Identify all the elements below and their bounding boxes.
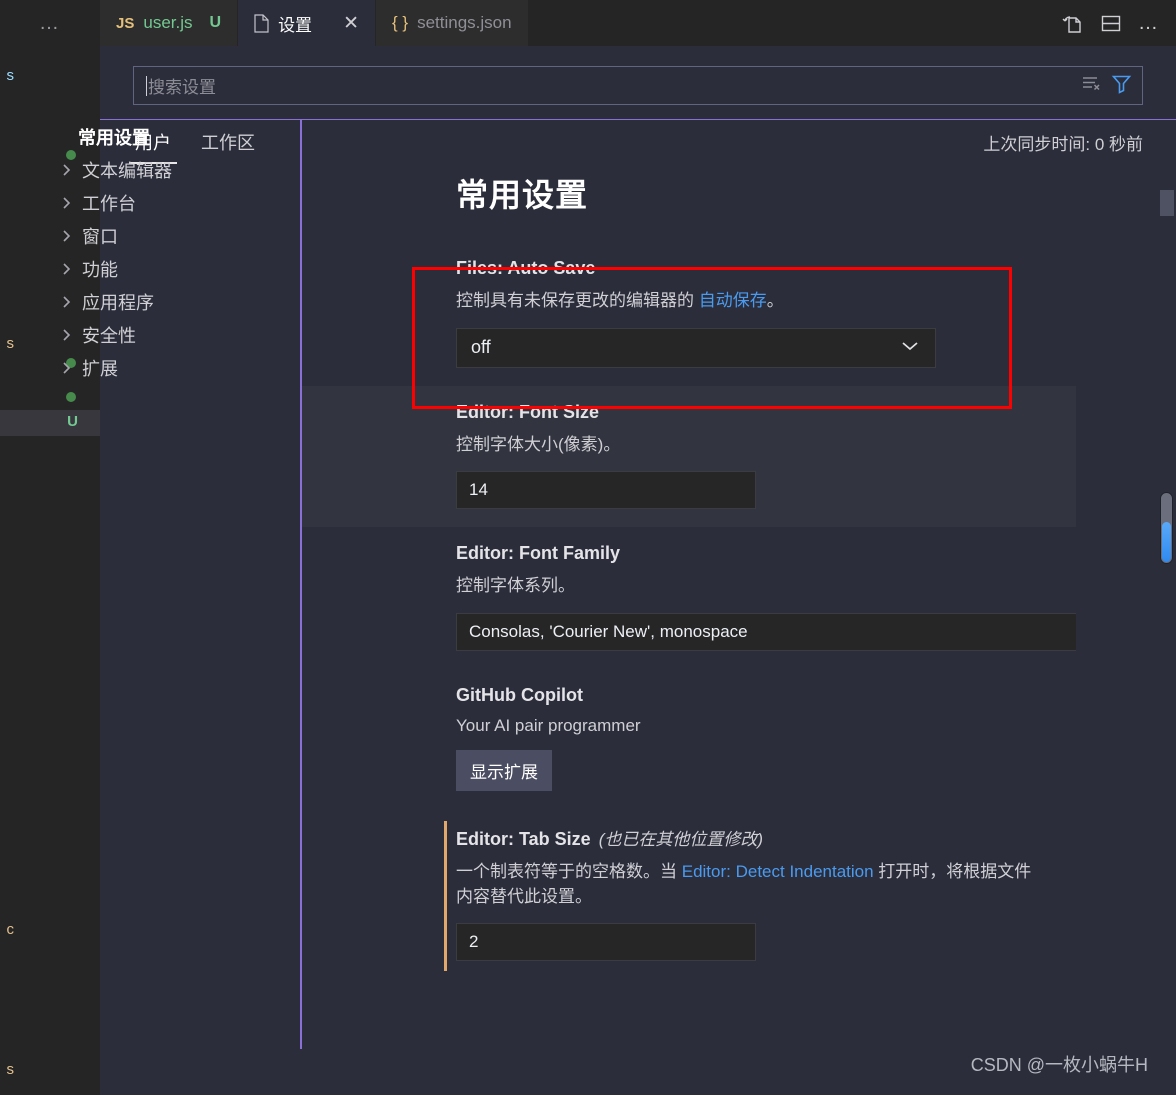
toc-item-application[interactable]: 应用程序	[0, 285, 300, 318]
chevron-right-icon	[60, 228, 78, 244]
clear-settings-search-icon[interactable]	[1080, 73, 1102, 98]
js-file-icon: JS	[116, 14, 135, 32]
setting-title: GitHub Copilot	[456, 685, 1036, 706]
chevron-right-icon	[60, 294, 78, 310]
font-size-input[interactable]: 14	[456, 471, 756, 510]
chevron-right-icon	[60, 261, 78, 277]
toc-item-window[interactable]: 窗口	[0, 219, 300, 252]
explorer-row[interactable]: s	[0, 1058, 100, 1084]
setting-desc-before: 一个制表符等于的空格数。当	[456, 861, 682, 881]
scrollbar-indicator-fill	[1162, 522, 1171, 562]
explorer-file-name-fragment: s	[6, 67, 15, 84]
setting-editor-font-size[interactable]: Editor: Font Size 控制字体大小(像素)。 14	[302, 385, 1076, 528]
tab-label: settings.json	[417, 13, 512, 32]
toc-item-label: 安全性	[82, 325, 136, 346]
setting-desc-after: 。	[766, 291, 784, 310]
setting-description: 控制字体大小(像素)。	[456, 433, 1036, 458]
modified-indicator	[444, 820, 447, 972]
setting-desc-before: 控制字体大小(像素)。	[456, 434, 621, 454]
tab-settings-json[interactable]: { } settings.json	[375, 0, 529, 46]
setting-files-auto-save[interactable]: Files: Auto Save 控制具有未保存更改的编辑器的 自动保存。 of…	[302, 242, 1076, 386]
toc-item-workbench[interactable]: 工作台	[0, 186, 300, 219]
settings-search-box[interactable]: 搜索设置	[133, 66, 1143, 105]
setting-title-text: GitHub Copilot	[456, 684, 583, 705]
chevron-right-icon	[60, 360, 78, 376]
page-title: 常用设置	[456, 177, 589, 213]
setting-desc-link[interactable]: Editor: Detect Indentation	[682, 862, 874, 881]
tab-overflow-icon[interactable]: …	[0, 0, 100, 46]
filter-icon[interactable]	[1111, 73, 1132, 99]
scrollbar-indicator[interactable]	[1160, 492, 1173, 564]
tab-settings[interactable]: 设置 ✕	[238, 0, 376, 46]
chevron-right-icon	[60, 327, 78, 343]
json-file-icon: { }	[391, 13, 409, 32]
setting-desc-before: 控制字体系列。	[456, 576, 575, 596]
open-changes-icon[interactable]	[1062, 12, 1084, 34]
toc-item-label: 常用设置	[78, 127, 150, 148]
explorer-file-name-fragment: s	[6, 1061, 15, 1078]
settings-list: 常用设置 Files: Auto Save 控制具有未保存更改的编辑器的 自动保…	[302, 120, 1076, 1049]
setting-title-text: Files: Auto Save	[456, 258, 596, 278]
settings-toc: 常用设置 文本编辑器 工作台 窗口 功能 应用程序 安全性 扩展	[0, 120, 300, 1049]
editor-tab-bar: … JS user.js U 设置 ✕ { } settings.json …	[0, 0, 1176, 46]
chevron-right-icon	[60, 195, 78, 211]
editor-actions: …	[1046, 0, 1176, 46]
toc-item-features[interactable]: 功能	[0, 252, 300, 285]
setting-title: Editor: Font Size	[456, 402, 1036, 423]
watermark: CSDN @一枚小蜗牛H	[970, 1055, 1148, 1075]
chevron-right-icon	[60, 162, 78, 178]
show-extension-button[interactable]: 显示扩展	[456, 749, 552, 791]
setting-title: Editor: Tab Size (也已在其他位置修改)	[456, 825, 1036, 850]
setting-description: 控制字体系列。	[456, 574, 1036, 599]
toc-item-text-editor[interactable]: 文本编辑器	[0, 153, 300, 186]
setting-description: 一个制表符等于的空格数。当 Editor: Detect Indentation…	[456, 860, 1036, 909]
setting-title-text: Editor: Tab Size	[456, 828, 591, 849]
toc-item-commonly-used[interactable]: 常用设置	[0, 120, 300, 153]
setting-modified-note: (也已在其他位置修改)	[598, 829, 764, 849]
git-untracked-badge: U	[209, 14, 222, 31]
setting-description: Your AI pair programmer	[456, 715, 641, 735]
close-icon[interactable]: ✕	[343, 14, 359, 33]
setting-title-text: Editor: Font Family	[456, 543, 620, 564]
search-action-icons	[1080, 67, 1132, 104]
auto-save-dropdown[interactable]: off	[456, 327, 936, 368]
setting-github-copilot[interactable]: GitHub Copilot Your AI pair programmer 显…	[302, 669, 1076, 809]
tab-size-input[interactable]: 2	[456, 923, 756, 962]
settings-search-container: 搜索设置	[133, 66, 1143, 105]
setting-desc-link[interactable]: 自动保存	[699, 291, 767, 310]
toc-item-security[interactable]: 安全性	[0, 318, 300, 351]
tab-label: 设置	[278, 15, 313, 35]
font-family-input[interactable]: Consolas, 'Courier New', monospace	[456, 612, 1076, 651]
text-caret	[146, 75, 147, 96]
input-value: 14	[469, 480, 488, 500]
setting-title-text: Editor: Font Size	[456, 401, 599, 422]
setting-title: Files: Auto Save	[456, 258, 1036, 279]
setting-title: Editor: Font Family	[456, 543, 1036, 564]
tab-bar-filler	[528, 0, 1046, 46]
vscode-window: s s U c s … JS user.js U 设置 ✕ {} settin…	[0, 0, 1176, 1095]
tab-label: user.js	[143, 13, 193, 32]
dropdown-value: off	[471, 337, 491, 358]
setting-description: 控制具有未保存更改的编辑器的 自动保存。	[456, 289, 1036, 314]
toc-item-label: 应用程序	[82, 292, 154, 313]
search-placeholder: 搜索设置	[148, 78, 216, 97]
chevron-down-icon	[899, 337, 921, 358]
settings-scrollbar-thumb[interactable]	[1160, 190, 1174, 216]
toc-item-label: 工作台	[82, 193, 136, 214]
toc-item-label: 文本编辑器	[82, 160, 172, 181]
toc-item-extensions[interactable]: 扩展	[0, 351, 300, 384]
split-editor-icon[interactable]	[1100, 12, 1122, 34]
input-value: Consolas, 'Courier New', monospace	[469, 621, 748, 641]
input-value: 2	[469, 932, 479, 952]
setting-editor-tab-size[interactable]: Editor: Tab Size (也已在其他位置修改) 一个制表符等于的空格数。…	[302, 809, 1076, 979]
toc-item-label: 扩展	[82, 358, 118, 379]
more-actions-icon[interactable]: …	[1138, 12, 1160, 35]
settings-file-icon	[254, 13, 269, 33]
tab-user-js[interactable]: JS user.js U	[100, 0, 239, 46]
explorer-row[interactable]: s	[0, 64, 100, 90]
toc-item-label: 功能	[82, 259, 118, 280]
setting-desc-before: 控制具有未保存更改的编辑器的	[456, 291, 699, 310]
setting-editor-font-family[interactable]: Editor: Font Family 控制字体系列。 Consolas, 'C…	[302, 527, 1076, 669]
toc-item-label: 窗口	[82, 226, 118, 247]
